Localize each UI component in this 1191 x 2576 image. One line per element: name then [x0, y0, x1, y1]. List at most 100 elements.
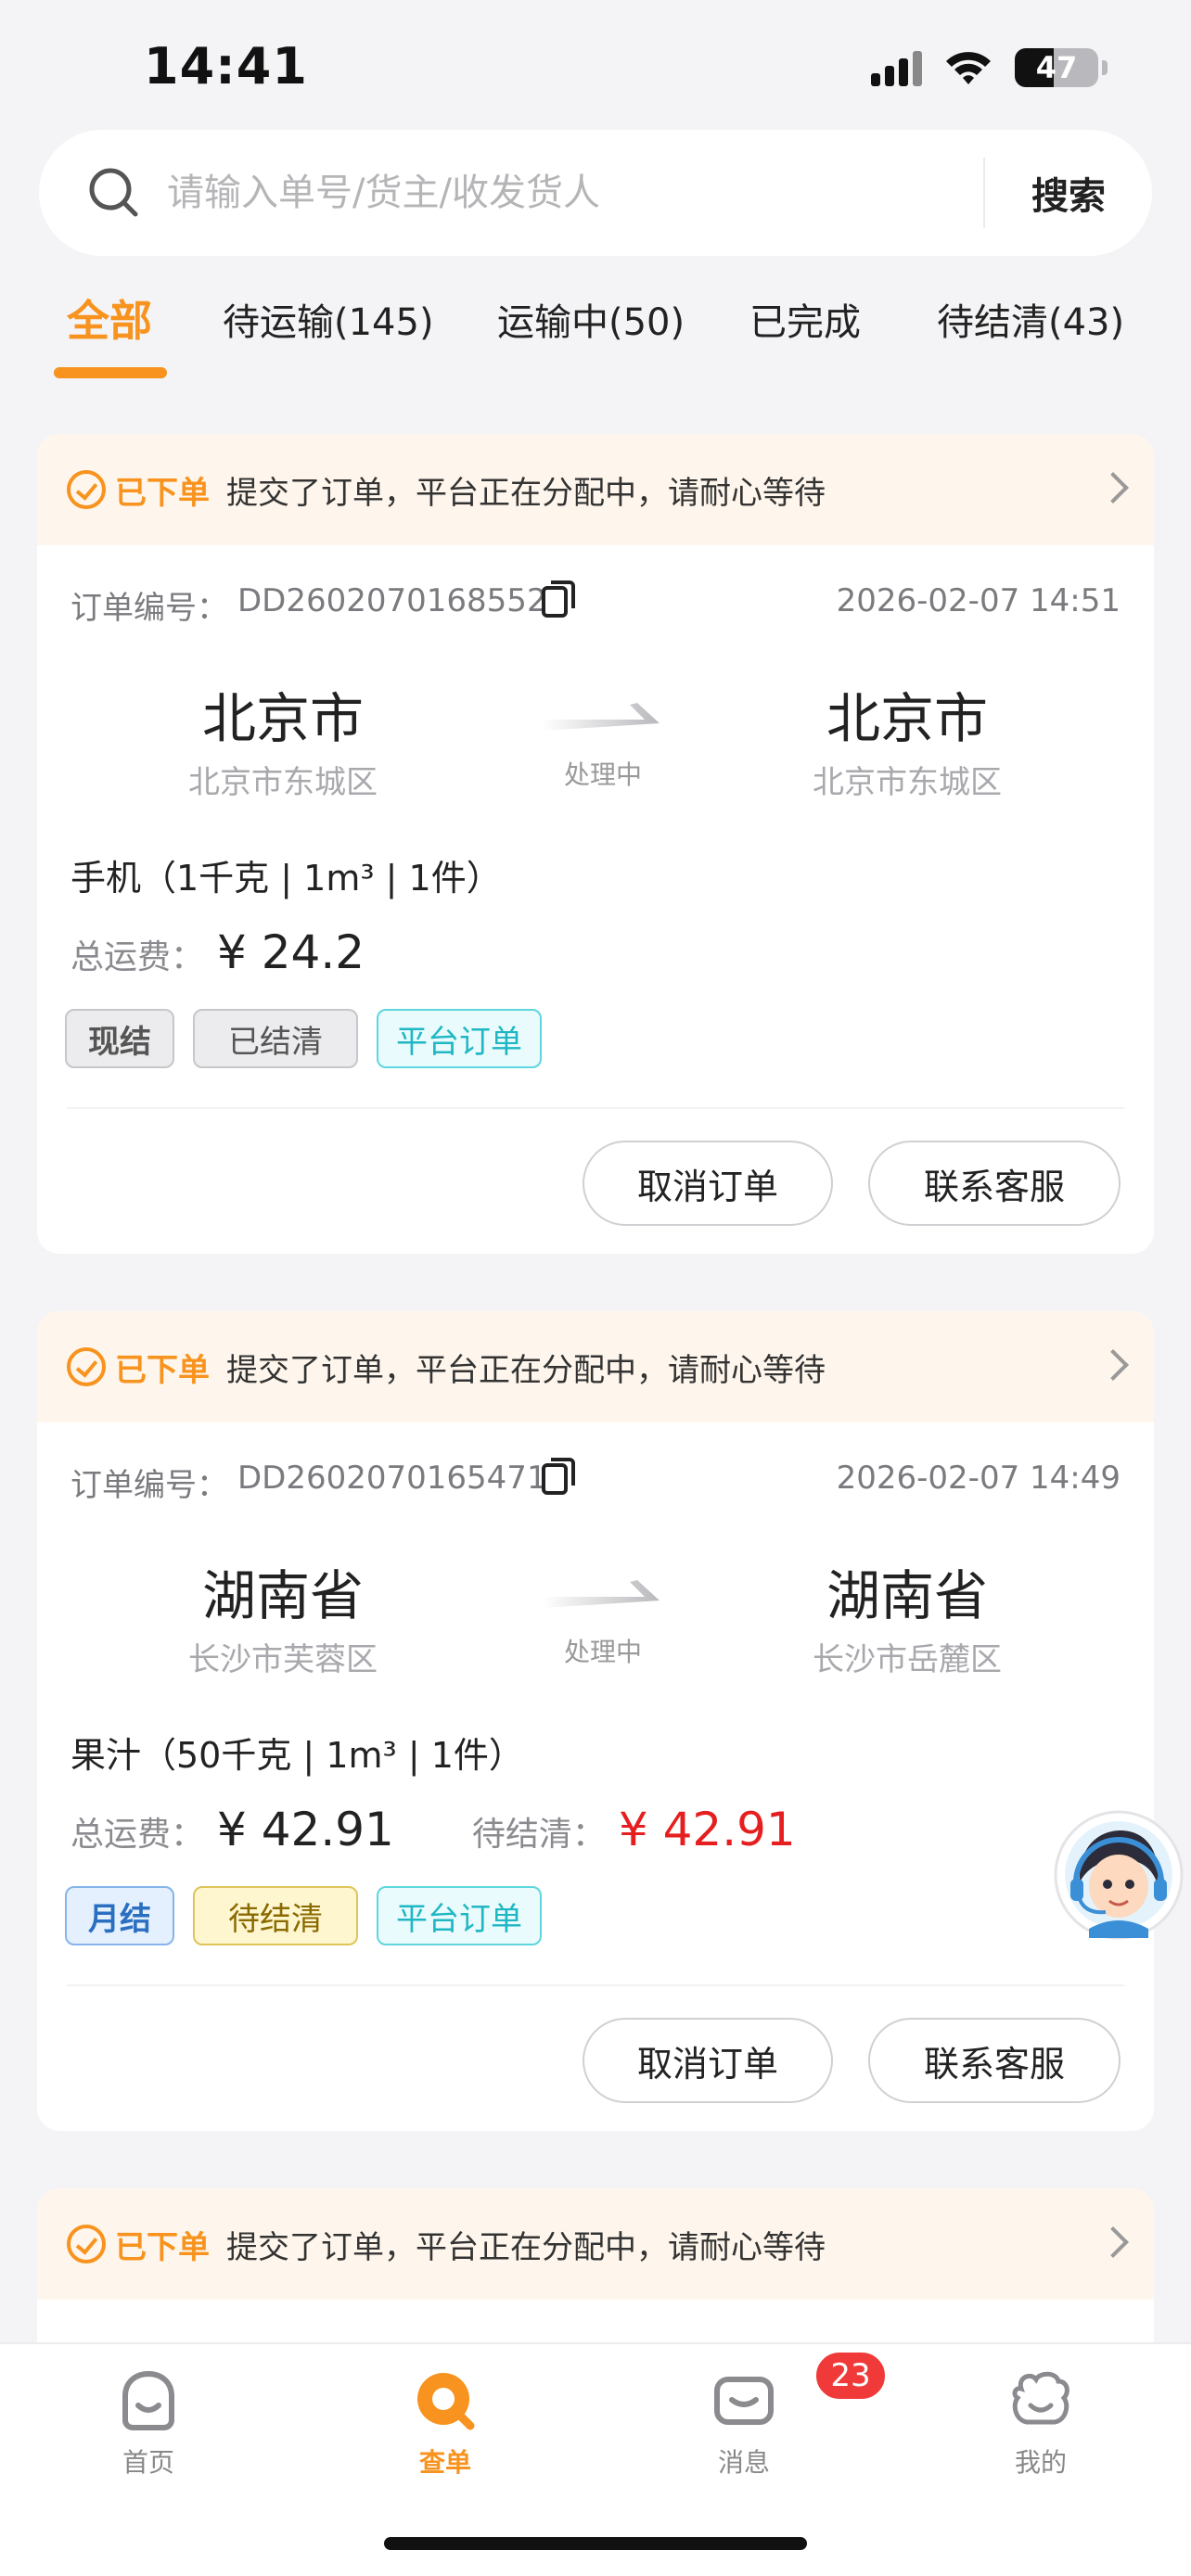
order-tags: 现结 已结清 平台订单 [65, 1009, 542, 1068]
message-count-badge: 23 [813, 2350, 888, 2402]
chevron-right-icon [1097, 2226, 1129, 2258]
order-meta: 订单编号： DD2602070168552 2026-02-07 14:51 [70, 573, 1121, 629]
platform-order-tag: 平台订单 [377, 1009, 542, 1068]
order-status-banner[interactable]: 已下单 提交了订单，平台正在分配中，请耐心等待 [37, 2188, 1154, 2300]
route: 湖南省 长沙市芙蓉区 处理中 湖南省 长沙市岳麓区 [37, 1552, 1154, 1691]
payment-type-tag: 现结 [65, 1009, 174, 1068]
cancel-order-button[interactable]: 取消订单 [583, 2018, 833, 2103]
tab-in-transit[interactable]: 运输中(50) [497, 292, 685, 346]
settlement-status-tag: 待结清 [193, 1886, 358, 1945]
route-status: 处理中 [563, 1637, 642, 1667]
card-divider [67, 1984, 1124, 1986]
nav-home-label: 首页 [122, 2447, 174, 2478]
tab-pending-settlement[interactable]: 待结清(43) [937, 292, 1124, 346]
order-number-label: 订单编号： [70, 1467, 228, 1504]
order-actions: 取消订单 联系客服 [583, 2018, 1121, 2103]
nav-messages[interactable]: 23 消息 [651, 2350, 888, 2480]
destination: 北京市 北京市东城区 [759, 675, 1056, 802]
route-status: 处理中 [563, 759, 642, 790]
origin-district: 北京市东城区 [188, 764, 378, 801]
battery-level: 47 [1035, 50, 1078, 85]
order-tags: 月结 待结清 平台订单 [65, 1886, 542, 1945]
destination-city: 北京市 [826, 687, 988, 750]
cancel-order-button[interactable]: 取消订单 [583, 1141, 833, 1226]
total-fee-value: ¥ 24.2 [217, 925, 365, 979]
signal-icon [871, 49, 922, 86]
goods-info: 手机（1千克 | 1m³ | 1件） [70, 858, 502, 899]
order-status: 已下单 [115, 2228, 210, 2266]
order-number: DD2602070165471 [237, 1460, 547, 1497]
total-fee-label: 总运费： [70, 938, 205, 976]
order-card[interactable]: 已下单 提交了订单，平台正在分配中，请耐心等待 订单编号： DD26020701… [37, 434, 1154, 1254]
search-bar: 搜索 [39, 130, 1152, 256]
pending-settlement-label: 待结清： [471, 1816, 606, 1854]
order-meta: 订单编号： DD2602070165471 2026-02-07 14:49 [70, 1450, 1121, 1506]
copy-icon[interactable] [540, 1456, 577, 1497]
copy-icon[interactable] [540, 579, 577, 619]
status-tabs: 全部 待运输(145) 运输中(50) 已完成 待结清(43) [0, 278, 1191, 380]
route-arrow-icon [543, 1575, 663, 1621]
destination-city: 湖南省 [826, 1564, 988, 1627]
route-arrow-icon [543, 697, 663, 744]
nav-search-orders[interactable]: 查单 [352, 2368, 538, 2480]
search-order-icon [413, 2368, 478, 2433]
origin-city: 湖南省 [201, 1564, 364, 1627]
search-icon [82, 160, 147, 225]
check-circle-icon [67, 2225, 106, 2264]
pending-settlement-value: ¥ 42.91 [618, 1803, 796, 1856]
nav-home[interactable]: 首页 [56, 2368, 241, 2480]
chevron-right-icon [1097, 472, 1129, 504]
contact-service-button[interactable]: 联系客服 [868, 2018, 1121, 2103]
order-status: 已下单 [115, 474, 210, 512]
nav-profile[interactable]: 我的 [948, 2368, 1133, 2480]
destination-district: 长沙市岳麓区 [813, 1641, 1002, 1678]
contact-service-button[interactable]: 联系客服 [868, 1141, 1121, 1226]
home-indicator [384, 2537, 807, 2550]
settlement-status-tag: 已结清 [193, 1009, 358, 1068]
profile-face-icon [1008, 2368, 1073, 2433]
total-fee-value: ¥ 42.91 [217, 1803, 394, 1856]
order-status-message: 提交了订单，平台正在分配中，请耐心等待 [226, 474, 826, 512]
card-divider [67, 1107, 1124, 1109]
check-circle-icon [67, 1347, 106, 1386]
order-number: DD2602070168552 [237, 582, 547, 619]
home-face-icon [116, 2368, 181, 2433]
destination-district: 北京市东城区 [813, 764, 1002, 801]
wifi-icon [942, 48, 994, 87]
search-button[interactable]: 搜索 [985, 166, 1152, 220]
active-tab-indicator [54, 367, 167, 378]
order-status-banner[interactable]: 已下单 提交了订单，平台正在分配中，请耐心等待 [37, 1311, 1154, 1422]
nav-search-orders-label: 查单 [418, 2447, 471, 2478]
payment-type-tag: 月结 [65, 1886, 174, 1945]
status-time: 14:41 [144, 37, 308, 96]
origin: 湖南省 长沙市芙蓉区 [134, 1552, 431, 1679]
chevron-right-icon [1097, 1349, 1129, 1381]
message-icon: 23 [711, 2350, 888, 2433]
route: 北京市 北京市东城区 处理中 北京市 北京市东城区 [37, 675, 1154, 814]
status-bar: 14:41 47 [0, 0, 1191, 130]
order-status-banner[interactable]: 已下单 提交了订单，平台正在分配中，请耐心等待 [37, 434, 1154, 545]
total-fee-label: 总运费： [70, 1816, 205, 1854]
search-input[interactable] [167, 172, 983, 214]
origin: 北京市 北京市东城区 [134, 675, 431, 802]
origin-city: 北京市 [201, 687, 364, 750]
nav-profile-label: 我的 [1014, 2447, 1067, 2478]
customer-service-avatar-icon[interactable] [1052, 1808, 1191, 1947]
order-card[interactable]: 已下单 提交了订单，平台正在分配中，请耐心等待 订单编号： DD26020701… [37, 1311, 1154, 2131]
order-list-screen: 14:41 47 请输入单号/货主/收发货人 搜索 全部 待运输(145) 运输… [0, 0, 1191, 2576]
order-status-message: 提交了订单，平台正在分配中，请耐心等待 [226, 1351, 826, 1389]
tab-pending-transport[interactable]: 待运输(145) [223, 292, 434, 346]
origin-district: 长沙市芙蓉区 [188, 1641, 378, 1678]
goods-info: 果汁（50千克 | 1m³ | 1件） [70, 1735, 524, 1776]
platform-order-tag: 平台订单 [377, 1886, 542, 1945]
order-status-message: 提交了订单，平台正在分配中，请耐心等待 [226, 2228, 826, 2266]
tab-completed[interactable]: 已完成 [749, 292, 861, 346]
fee-row: 总运费： ¥ 42.91 待结清： ¥ 42.91 [70, 1803, 796, 1868]
order-time: 2026-02-07 14:49 [836, 1460, 1121, 1497]
order-actions: 取消订单 联系客服 [583, 1141, 1121, 1226]
fee-row: 总运费： ¥ 24.2 [70, 925, 365, 990]
nav-messages-label: 消息 [717, 2447, 770, 2478]
status-icons: 47 [871, 48, 1108, 87]
tab-all[interactable]: 全部 [67, 287, 152, 349]
destination: 湖南省 长沙市岳麓区 [759, 1552, 1056, 1679]
